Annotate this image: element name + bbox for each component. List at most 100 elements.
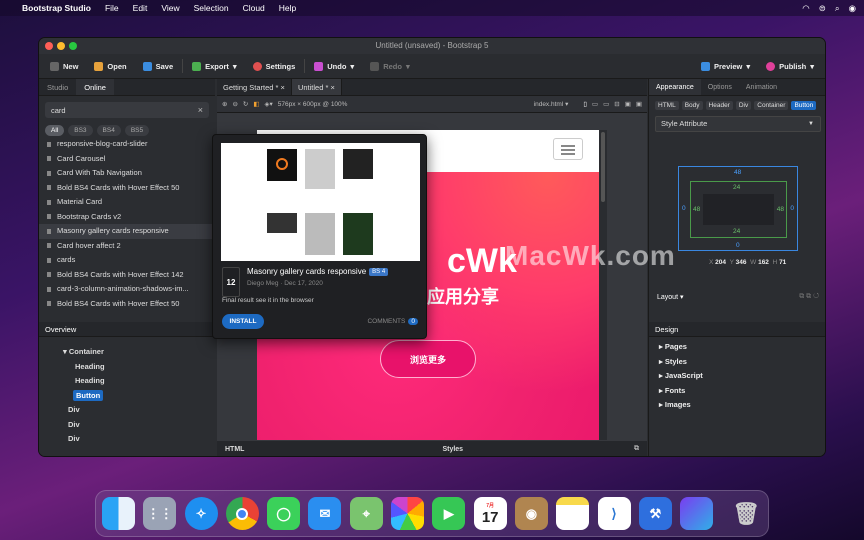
crumb-header[interactable]: Header: [705, 101, 733, 110]
preview-button[interactable]: Preview ▾: [694, 57, 757, 75]
vote-count[interactable]: 12: [222, 267, 240, 297]
design-item-styles[interactable]: ▸ Styles: [649, 355, 825, 370]
finder-icon[interactable]: [102, 497, 135, 530]
tree-node-heading[interactable]: Heading: [39, 360, 215, 375]
margin-right-value[interactable]: 0: [790, 205, 794, 212]
layout-section-toggle[interactable]: Layout ▾: [657, 293, 684, 301]
tab-online[interactable]: Online: [76, 79, 114, 95]
design-item-pages[interactable]: ▸ Pages: [649, 340, 825, 355]
list-item[interactable]: card-3-column-animation-shadows-im...: [39, 282, 215, 297]
list-item[interactable]: Bold BS4 Cards with Hover Effect 142: [39, 268, 215, 283]
contacts-icon[interactable]: ◉: [514, 497, 548, 530]
new-button[interactable]: New: [43, 57, 85, 75]
canvas-scrollbar[interactable]: [599, 130, 607, 440]
design-header[interactable]: Design: [649, 322, 825, 337]
menu-app-name[interactable]: Bootstrap Studio: [22, 3, 91, 13]
messages-icon[interactable]: ◯: [267, 497, 301, 530]
box-model-padding[interactable]: 24 24 48 48: [690, 181, 787, 238]
tab-getting-started[interactable]: Getting Started * ×: [217, 79, 292, 95]
tab-untitled[interactable]: Untitled * ×: [291, 79, 342, 95]
xcode-icon[interactable]: ⚒: [638, 497, 672, 530]
expand-icon[interactable]: ⧉: [634, 445, 647, 453]
style-attribute-select[interactable]: Style Attribute ▼: [655, 116, 821, 132]
design-item-fonts[interactable]: ▸ Fonts: [649, 384, 825, 399]
mail-icon[interactable]: ✉: [308, 497, 342, 530]
calendar-icon[interactable]: 7月 17: [473, 497, 507, 530]
menu-selection[interactable]: Selection: [194, 3, 229, 13]
zoom-out-icon[interactable]: ⊖: [232, 100, 237, 108]
crumb-body[interactable]: Body: [681, 101, 703, 110]
wifi-icon[interactable]: ◠: [802, 3, 809, 14]
device-tablet-icon[interactable]: ▭: [603, 100, 609, 108]
tab-animation[interactable]: Animation: [739, 79, 784, 95]
tree-node-div[interactable]: Div: [39, 403, 215, 418]
zoom-in-icon[interactable]: ⊕: [222, 100, 227, 108]
close-tab-icon[interactable]: ×: [330, 83, 334, 92]
layers-icon[interactable]: ◈▾: [265, 100, 273, 108]
filter-all[interactable]: All: [45, 125, 65, 136]
box-model-margin[interactable]: 48 0 0 0 24 24 48 48: [678, 166, 798, 251]
filter-bs4[interactable]: BS4: [96, 125, 121, 136]
canvas-selected-button[interactable]: 浏览更多: [380, 340, 476, 378]
device-desktop-icon[interactable]: ▣: [625, 100, 631, 108]
redo-button[interactable]: Redo ▾: [363, 57, 417, 75]
settings-button[interactable]: Settings: [246, 57, 303, 75]
page-selector[interactable]: index.html ▾: [534, 100, 569, 108]
html-panel-toggle[interactable]: HTML: [217, 446, 252, 453]
trash-icon[interactable]: 🗑: [730, 497, 763, 530]
close-tab-icon[interactable]: ×: [281, 83, 285, 92]
filter-bs5[interactable]: BS5: [124, 125, 150, 136]
crumb-html[interactable]: HTML: [655, 101, 679, 110]
color-picker-icon[interactable]: ◧: [253, 100, 259, 108]
list-item[interactable]: Material Card: [39, 195, 215, 210]
save-button[interactable]: Save: [136, 57, 181, 75]
tree-node-heading[interactable]: Heading: [39, 374, 215, 389]
menu-help[interactable]: Help: [279, 3, 296, 13]
list-item[interactable]: responsive-blog-card-slider: [39, 137, 215, 152]
bootstrap-studio-icon[interactable]: [680, 497, 714, 530]
design-item-javascript[interactable]: ▸ JavaScript: [649, 369, 825, 384]
install-button[interactable]: INSTALL: [222, 314, 264, 329]
minimize-window-button[interactable]: [57, 42, 65, 50]
undo-button[interactable]: Undo ▾: [307, 57, 361, 75]
device-phone-landscape-icon[interactable]: ▭: [592, 100, 598, 108]
notes-icon[interactable]: [556, 497, 590, 530]
list-item-selected[interactable]: Masonry gallery cards responsive: [39, 224, 215, 239]
layout-actions[interactable]: ⧉ ⧉ ↺: [799, 293, 819, 301]
maps-icon[interactable]: ⌖: [349, 497, 383, 530]
list-item[interactable]: Card Carousel: [39, 152, 215, 167]
list-item[interactable]: Bold BS4 Cards with Hover Effect 50: [39, 181, 215, 196]
margin-left-value[interactable]: 0: [682, 205, 686, 212]
safari-icon[interactable]: ✧: [184, 497, 218, 530]
popup-author[interactable]: Diego Meg: [247, 280, 278, 287]
tab-options[interactable]: Options: [701, 79, 739, 95]
zoom-window-button[interactable]: [69, 42, 77, 50]
tree-node-div[interactable]: Div: [39, 418, 215, 433]
list-item[interactable]: Card With Tab Navigation: [39, 166, 215, 181]
photos-icon[interactable]: [391, 497, 425, 530]
margin-top-value[interactable]: 48: [734, 169, 741, 176]
device-laptop-icon[interactable]: ⊟: [614, 100, 619, 108]
padding-top-value[interactable]: 24: [733, 184, 740, 191]
padding-right-value[interactable]: 48: [777, 206, 784, 213]
device-phone-icon[interactable]: ▯: [583, 100, 587, 108]
chrome-icon[interactable]: [225, 497, 259, 530]
clear-search-icon[interactable]: ×: [198, 105, 203, 115]
list-item[interactable]: cards: [39, 253, 215, 268]
menu-view[interactable]: View: [161, 3, 179, 13]
publish-button[interactable]: Publish ▾: [759, 57, 821, 75]
control-center-icon[interactable]: ⊜: [819, 3, 826, 14]
launchpad-icon[interactable]: ⋮⋮: [143, 497, 177, 530]
tree-node-div[interactable]: Div: [39, 432, 215, 447]
list-item[interactable]: Card hover affect 2: [39, 239, 215, 254]
close-window-button[interactable]: [45, 42, 53, 50]
list-item[interactable]: Bold BS4 Cards with Hover Effect 50: [39, 297, 215, 312]
open-button[interactable]: Open: [87, 57, 133, 75]
viewport-size[interactable]: 576px × 600px @ 100%: [278, 101, 348, 108]
crumb-button[interactable]: Button: [791, 101, 817, 110]
padding-left-value[interactable]: 48: [693, 206, 700, 213]
tree-node-container[interactable]: ▾ Container: [39, 345, 215, 360]
crumb-div[interactable]: Div: [735, 101, 752, 110]
menu-file[interactable]: File: [105, 3, 119, 13]
margin-bottom-value[interactable]: 0: [736, 242, 740, 249]
